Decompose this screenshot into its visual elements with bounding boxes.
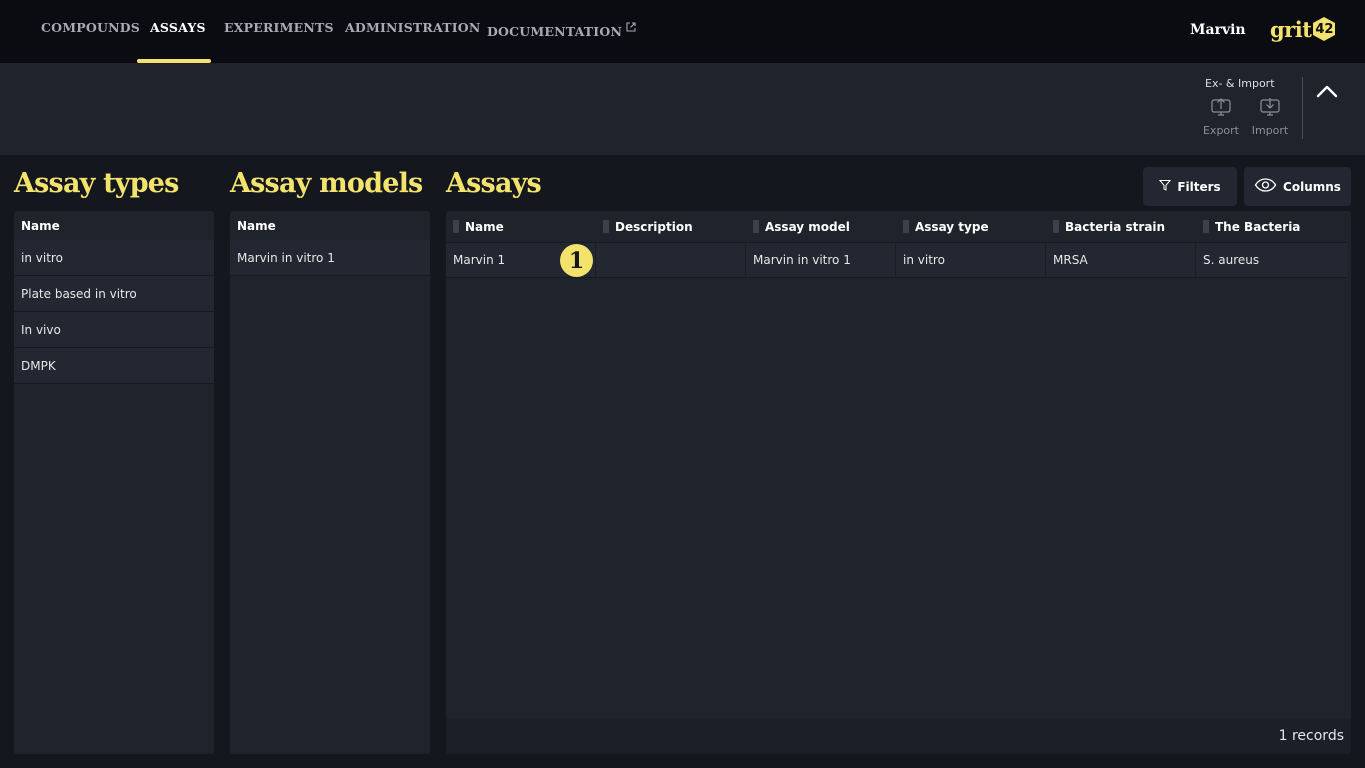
assays-table: Name Description Assay model Assay type … — [446, 211, 1351, 754]
column-resize-handle[interactable] — [1203, 220, 1209, 233]
user-menu[interactable]: Marvin — [1190, 22, 1246, 38]
column-header-assay-type[interactable]: Assay type — [903, 211, 1053, 242]
columns-label: Columns — [1283, 179, 1341, 194]
assay-type-row[interactable]: In vivo — [14, 312, 214, 348]
cell-bacteria-strain: MRSA — [1046, 243, 1196, 277]
column-header-bacteria-strain[interactable]: Bacteria strain — [1053, 211, 1203, 242]
collapse-toolbar-button[interactable] — [1314, 81, 1340, 103]
cell-description — [596, 243, 746, 277]
nav-experiments[interactable]: EXPERIMENTS — [224, 20, 334, 35]
assay-models-title: Assay models — [230, 168, 423, 199]
export-label: Export — [1202, 124, 1239, 137]
toolbar-band: Ex- & Import Export Import — [0, 63, 1365, 155]
cell-assay-model: Marvin in vitro 1 — [746, 243, 896, 277]
import-label: Import — [1251, 124, 1289, 137]
column-resize-handle[interactable] — [753, 220, 759, 233]
logo-number: 42 — [1315, 21, 1334, 37]
step-callout-badge: 1 — [560, 244, 593, 277]
filter-icon — [1159, 179, 1177, 194]
eye-icon — [1254, 178, 1283, 195]
column-header-label: Assay type — [915, 219, 989, 234]
assay-type-row[interactable]: DMPK — [14, 348, 214, 384]
column-header-label: Description — [615, 219, 693, 234]
column-header-name[interactable]: Name — [453, 211, 603, 242]
cell-assay-type: in vitro — [896, 243, 1046, 277]
export-icon — [1210, 98, 1232, 121]
external-link-icon — [626, 20, 636, 35]
nav-documentation[interactable]: DOCUMENTATION — [487, 20, 636, 39]
cell-the-bacteria: S. aureus — [1203, 253, 1260, 267]
assays-title: Assays — [446, 168, 542, 199]
assay-types-name-header[interactable]: Name — [14, 211, 214, 240]
column-header-description[interactable]: Description — [603, 211, 753, 242]
assay-types-title: Assay types — [14, 168, 179, 199]
nav-documentation-label: DOCUMENTATION — [487, 24, 623, 39]
grit42-logo[interactable]: grit 42 — [1270, 14, 1336, 44]
column-header-label: The Bacteria — [1215, 219, 1301, 234]
records-count: 1 records — [1278, 728, 1344, 744]
import-button[interactable]: Import — [1248, 97, 1292, 137]
column-header-the-bacteria[interactable]: The Bacteria — [1203, 211, 1348, 242]
assay-type-row[interactable]: in vitro — [14, 240, 214, 276]
column-resize-handle[interactable] — [453, 220, 459, 233]
logo-text: grit — [1270, 16, 1312, 42]
chevron-up-icon — [1316, 83, 1338, 102]
column-header-label: Bacteria strain — [1065, 219, 1166, 234]
table-footer: 1 records — [446, 718, 1351, 754]
filters-label: Filters — [1177, 179, 1221, 194]
assay-models-name-header[interactable]: Name — [230, 211, 430, 240]
assay-models-panel: Name Marvin in vitro 1 — [230, 211, 430, 754]
column-resize-handle[interactable] — [603, 220, 609, 233]
export-button[interactable]: Export — [1199, 97, 1243, 137]
nav-administration[interactable]: ADMINISTRATION — [345, 20, 481, 35]
columns-button[interactable]: Columns — [1244, 167, 1351, 206]
assay-type-row[interactable]: Plate based in vitro — [14, 276, 214, 312]
column-resize-handle[interactable] — [1053, 220, 1059, 233]
assay-model-row[interactable]: Marvin in vitro 1 — [230, 240, 430, 276]
logo-hexagon: 42 — [1312, 16, 1336, 42]
filters-button[interactable]: Filters — [1143, 167, 1237, 206]
column-header-label: Name — [465, 219, 504, 234]
assays-table-header: Name Description Assay model Assay type … — [446, 211, 1351, 242]
assay-types-panel: Name in vitro Plate based in vitro In vi… — [14, 211, 214, 754]
column-header-assay-model[interactable]: Assay model — [753, 211, 903, 242]
toolbar-divider — [1302, 77, 1303, 139]
top-nav-bar: COMPOUNDS ASSAYS EXPERIMENTS ADMINISTRAT… — [0, 0, 1365, 63]
column-header-label: Assay model — [765, 219, 850, 234]
nav-assays[interactable]: ASSAYS — [150, 20, 206, 35]
column-resize-handle[interactable] — [903, 220, 909, 233]
ex-import-title: Ex- & Import — [1205, 77, 1275, 90]
import-icon — [1259, 98, 1281, 121]
nav-compounds[interactable]: COMPOUNDS — [41, 20, 140, 35]
